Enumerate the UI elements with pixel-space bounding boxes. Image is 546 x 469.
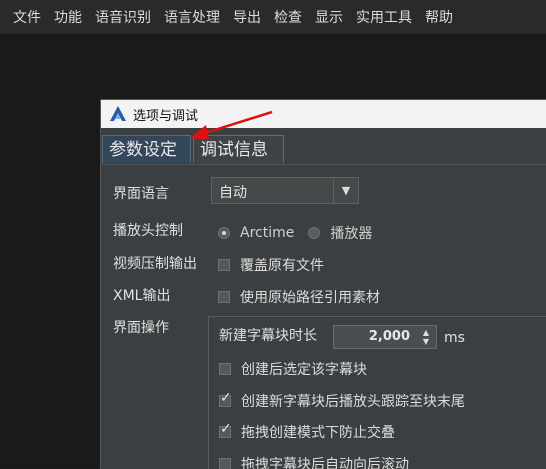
auto-scroll-row[interactable]: 拖拽字幕块后自动向后滚动 [219, 454, 409, 469]
dialog-title: 选项与调试 [133, 108, 199, 124]
select-after-create-checkbox[interactable] [219, 363, 231, 375]
menu-bar: 文件 功能 语音识别 语言处理 导出 检查 显示 实用工具 帮助 [0, 0, 546, 34]
use-original-path-checkbox[interactable] [218, 291, 230, 303]
prevent-overlap-row[interactable]: 拖拽创建模式下防止交叠 [219, 421, 395, 442]
new-block-duration-value[interactable]: 2,000 [369, 329, 410, 344]
settings-panel: 界面语言 自动 ▼ 播放头控制 Arctime 播放器 视频压制输出 覆盖原有文… [101, 164, 546, 469]
playhead-follow-checkbox[interactable] [219, 390, 232, 407]
tab-strip: 参数设定 调试信息 [101, 128, 546, 164]
options-dialog: 选项与调试 参数设定 调试信息 界面语言 自动 ▼ 播放头控制 Arctime … [100, 99, 546, 469]
playhead-follow-row[interactable]: 创建新字幕块后播放头跟踪至块末尾 [219, 390, 465, 411]
overwrite-original-checkbox[interactable] [218, 259, 230, 271]
use-original-path-row[interactable]: 使用原始路径引用素材 [218, 287, 380, 307]
prevent-overlap-checkbox[interactable] [219, 421, 232, 438]
auto-scroll-checkbox[interactable] [219, 458, 231, 469]
interface-language-label: 界面语言 [113, 186, 169, 202]
auto-scroll-label[interactable]: 拖拽字幕块后自动向后滚动 [241, 454, 409, 469]
menu-check[interactable]: 检查 [274, 7, 302, 27]
select-after-create-row[interactable]: 创建后选定该字幕块 [219, 359, 367, 379]
new-block-duration-spinner[interactable]: 2,000 ▲ ▼ [333, 325, 437, 349]
menu-speech-recognition[interactable]: 语音识别 [95, 7, 151, 27]
menu-utilities[interactable]: 实用工具 [356, 7, 412, 27]
dialog-titlebar[interactable]: 选项与调试 [101, 100, 546, 128]
tab-debug-info[interactable]: 调试信息 [193, 135, 284, 163]
menu-language-processing[interactable]: 语言处理 [164, 7, 220, 27]
playhead-control-label: 播放头控制 [113, 223, 183, 239]
interface-ops-group: 新建字幕块时长 2,000 ▲▼ ms 创建后选定该字幕块 创建新字幕块后播放头… [208, 316, 546, 469]
radio-arctime-label[interactable]: Arctime [240, 225, 294, 241]
arctime-logo-icon [110, 106, 126, 121]
overwrite-original-row[interactable]: 覆盖原有文件 [218, 255, 324, 275]
interface-ops-label: 界面操作 [113, 320, 169, 336]
xml-output-label: XML输出 [113, 288, 171, 304]
prevent-overlap-label[interactable]: 拖拽创建模式下防止交叠 [241, 422, 395, 442]
tab-parameter-settings[interactable]: 参数设定 [102, 135, 191, 163]
select-after-create-label[interactable]: 创建后选定该字幕块 [241, 359, 367, 379]
duration-unit: ms [444, 330, 465, 346]
menu-file[interactable]: 文件 [13, 7, 41, 27]
interface-language-value: 自动 [219, 185, 247, 201]
playhead-control-group: Arctime 播放器 [218, 223, 372, 243]
overwrite-original-label[interactable]: 覆盖原有文件 [240, 255, 324, 275]
menu-help[interactable]: 帮助 [425, 7, 453, 27]
interface-language-select[interactable]: 自动 ▼ [211, 177, 359, 204]
radio-arctime[interactable] [218, 227, 230, 239]
playhead-follow-label[interactable]: 创建新字幕块后播放头跟踪至块末尾 [241, 391, 465, 411]
video-compress-output-label: 视频压制输出 [113, 256, 197, 272]
radio-player-label[interactable]: 播放器 [330, 223, 372, 243]
new-block-duration-label: 新建字幕块时长 [219, 328, 317, 344]
menu-function[interactable]: 功能 [54, 7, 82, 27]
use-original-path-label[interactable]: 使用原始路径引用素材 [240, 287, 380, 307]
dropdown-arrow-icon[interactable]: ▼ [333, 178, 358, 203]
menu-export[interactable]: 导出 [233, 7, 261, 27]
spinner-arrows-icon[interactable]: ▲ ▼ [419, 328, 433, 346]
radio-player[interactable] [308, 227, 321, 239]
menu-display[interactable]: 显示 [315, 7, 343, 27]
